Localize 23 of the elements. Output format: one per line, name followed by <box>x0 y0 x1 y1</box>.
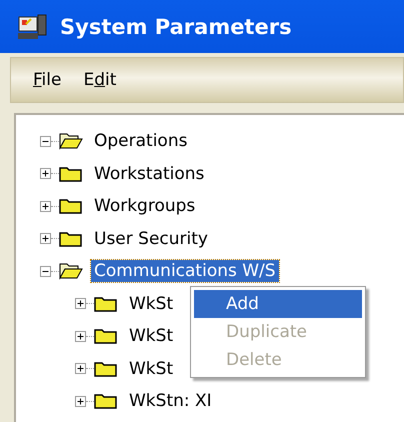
expand-icon[interactable] <box>40 168 51 180</box>
expand-icon[interactable] <box>40 200 51 212</box>
menu-item[interactable]: Edit <box>75 68 124 92</box>
expand-icon[interactable] <box>75 330 86 342</box>
tree-item[interactable]: Operations <box>91 130 190 152</box>
tree-item[interactable]: Communications W/S <box>91 260 279 282</box>
menu-item[interactable]: Add <box>194 290 362 318</box>
collapse-icon[interactable] <box>40 266 51 277</box>
window-title: System Parameters <box>60 14 292 38</box>
expand-icon[interactable] <box>75 363 86 374</box>
tree-item[interactable]: User Security <box>91 228 211 250</box>
tree-item[interactable]: WkStn: XI <box>126 390 215 412</box>
tree-item[interactable]: WkSt <box>126 358 176 380</box>
tree-item[interactable]: Workgroups <box>91 195 198 218</box>
expand-icon[interactable] <box>75 298 86 310</box>
computer-icon <box>18 14 48 40</box>
expand-icon[interactable] <box>75 396 86 407</box>
tree-item[interactable]: WkSt <box>126 292 176 315</box>
expand-icon[interactable] <box>40 233 51 244</box>
tree-item[interactable]: WkSt <box>126 325 176 348</box>
collapse-icon[interactable] <box>40 136 51 147</box>
tree-item[interactable]: Workstations <box>91 162 208 185</box>
menu-item[interactable]: File <box>25 68 70 92</box>
